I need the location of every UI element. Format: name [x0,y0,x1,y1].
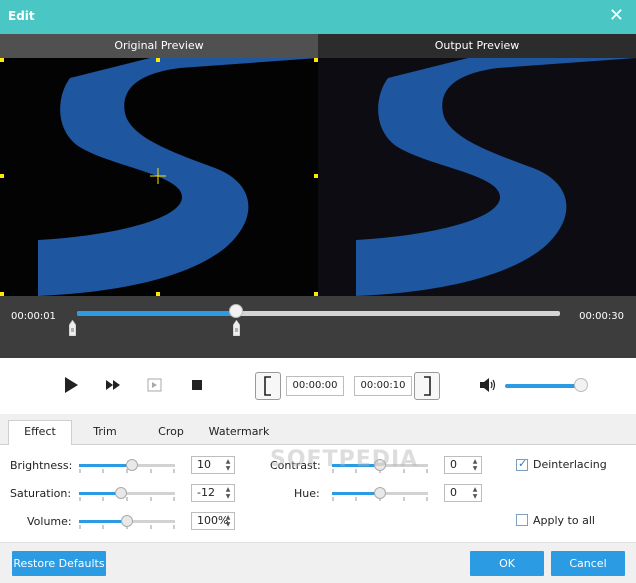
dialog-footer: Restore Defaults OK Cancel [0,542,636,583]
close-icon[interactable]: ✕ [609,6,624,26]
original-preview[interactable] [0,58,318,296]
contrast-slider[interactable] [332,459,428,473]
timeline-bar: 00:00:01 00:00:30 [0,296,636,358]
saturation-label: Saturation: [10,487,72,500]
volume-slider-knob[interactable] [574,378,588,392]
volume-effect-slider[interactable] [79,515,175,529]
volume-icon[interactable] [478,375,498,395]
contrast-label: Contrast: [270,459,321,472]
spinner-arrows-icon[interactable]: ▲ ▼ [224,458,232,472]
logo-s-shape [356,58,636,296]
timeline-progress [77,311,237,316]
apply-to-all-checkbox[interactable] [516,514,528,526]
hue-slider[interactable] [332,487,428,501]
next-frame-icon[interactable] [145,375,165,395]
spinner-arrows-icon[interactable]: ▲ ▼ [471,486,479,500]
hue-spinner[interactable]: 0 ▲ ▼ [444,484,482,502]
total-time: 00:00:30 [579,311,624,322]
bracket-right-icon [424,376,431,396]
spinner-arrows-icon[interactable]: ▲ ▼ [471,458,479,472]
end-marker-icon[interactable] [233,320,241,336]
playback-controls: 00:00:00 00:00:10 [0,358,636,414]
original-preview-label: Original Preview [0,34,318,58]
cancel-button[interactable]: Cancel [551,551,625,576]
spinner-arrows-icon[interactable]: ▲ ▼ [224,514,232,528]
crop-handle-left[interactable] [0,174,4,178]
output-preview [318,58,636,296]
restore-defaults-button[interactable]: Restore Defaults [12,551,106,576]
current-time: 00:00:01 [11,311,56,322]
contrast-spinner[interactable]: 0 ▲ ▼ [444,456,482,474]
effect-panel: Brightness: 10 ▲ ▼ Saturation: -12 ▲ ▼ Vol… [0,445,636,542]
play-icon[interactable] [61,375,81,395]
brightness-slider[interactable] [79,459,175,473]
logo-s-shape [38,58,318,296]
saturation-spinner[interactable]: -12 ▲ ▼ [191,484,235,502]
ok-button[interactable]: OK [470,551,544,576]
saturation-value: -12 [197,486,215,499]
spinner-arrows-icon[interactable]: ▲ ▼ [224,486,232,500]
timeline-track[interactable] [77,311,560,316]
brightness-label: Brightness: [10,459,73,472]
contrast-value: 0 [450,458,457,471]
set-end-button[interactable] [414,372,440,400]
logo-s-image-output [356,58,636,296]
tab-watermark[interactable]: Watermark [204,421,274,445]
start-marker-icon[interactable] [69,320,76,336]
crop-handle-tl[interactable] [0,58,4,62]
saturation-slider[interactable] [79,487,175,501]
tab-effect[interactable]: Effect [8,420,72,446]
brightness-value: 10 [197,458,211,471]
crop-handle-top[interactable] [156,58,160,62]
hue-label: Hue: [294,487,320,500]
output-preview-label: Output Preview [318,34,636,58]
edit-tabs: Effect Trim Crop Watermark [0,414,636,446]
logo-s-image-original [38,58,318,296]
deinterlacing-label: Deinterlacing [533,458,607,471]
end-time-field[interactable]: 00:00:10 [354,376,412,396]
title-bar: Edit ✕ [0,0,636,34]
start-time-field[interactable]: 00:00:00 [286,376,344,396]
apply-to-all-label: Apply to all [533,514,595,527]
slider-ticks [79,497,175,501]
set-start-button[interactable] [255,372,281,400]
tab-trim[interactable]: Trim [78,421,132,445]
tab-crop[interactable]: Crop [144,421,198,445]
bracket-left-icon [264,376,271,396]
hue-value: 0 [450,486,457,499]
volume-spinner[interactable]: 100% ▲ ▼ [191,512,235,530]
fast-forward-icon[interactable] [103,375,123,395]
deinterlacing-checkbox[interactable] [516,457,528,471]
brightness-spinner[interactable]: 10 ▲ ▼ [191,456,235,474]
slider-ticks [79,469,175,473]
window-title: Edit [8,9,35,23]
volume-slider-track[interactable] [505,384,581,388]
stop-icon[interactable] [187,375,207,395]
volume-label: Volume: [27,515,72,528]
